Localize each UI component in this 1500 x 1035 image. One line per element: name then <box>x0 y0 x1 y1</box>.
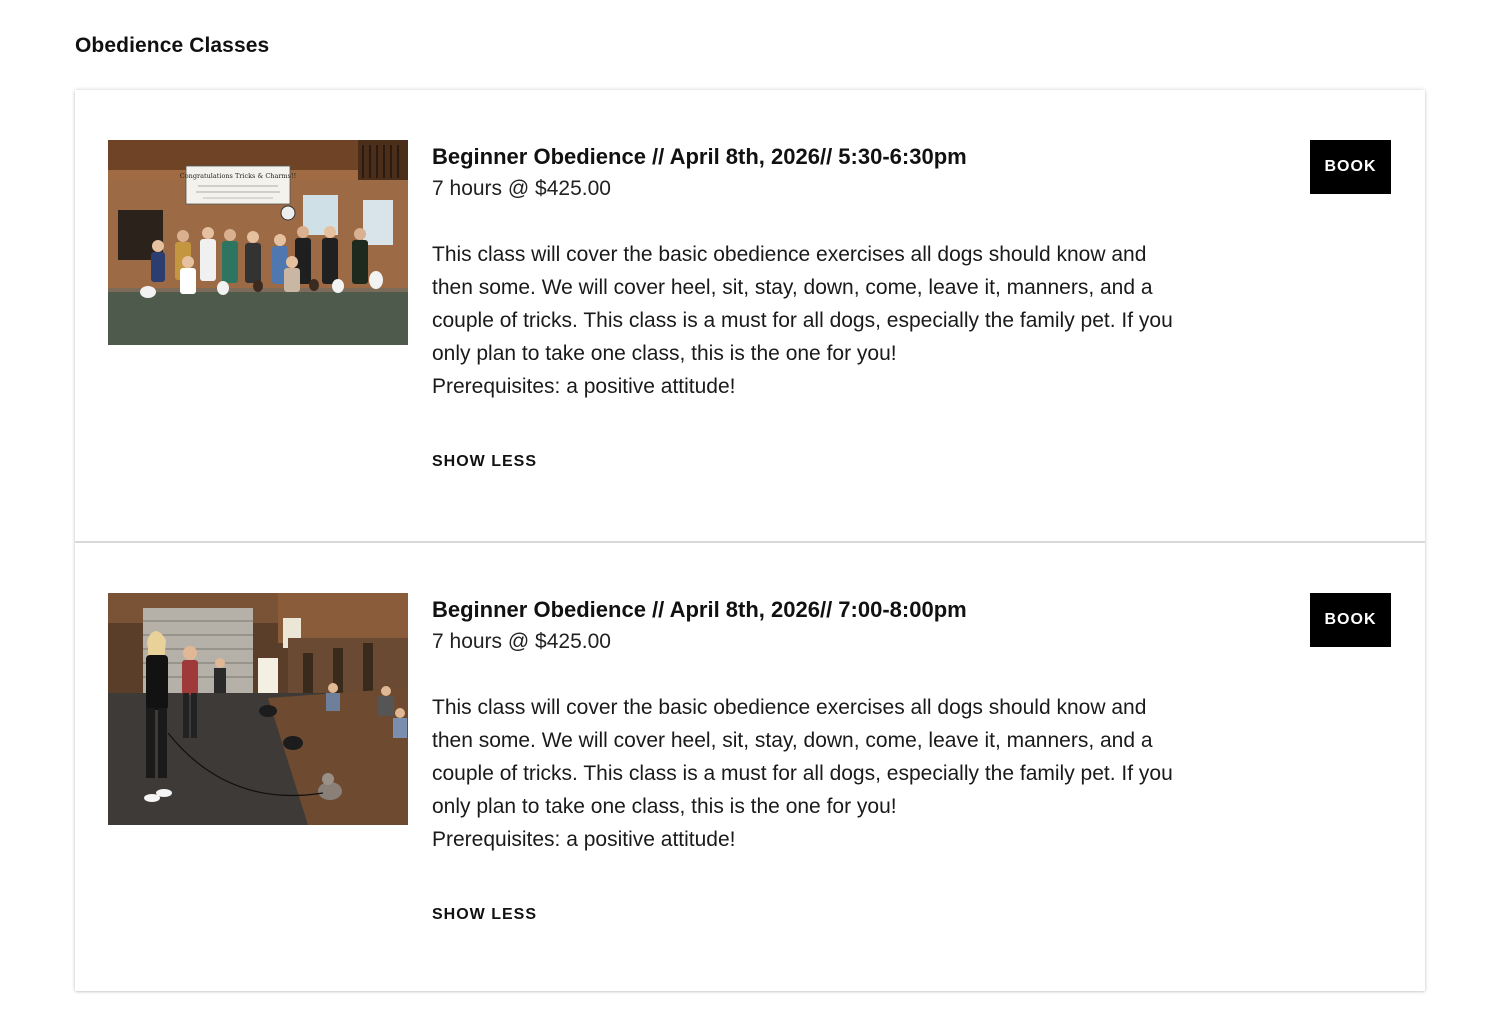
show-less-link[interactable]: SHOW LESS <box>432 906 537 924</box>
training-photo-image <box>108 593 408 825</box>
group-photo-image: Congratulations Tricks & Charms!! <box>108 140 408 345</box>
book-button[interactable]: BOOK <box>1310 593 1391 647</box>
class-title: Beginner Obedience // April 8th, 2026// … <box>432 597 967 622</box>
class-prerequisites: Prerequisites: a positive attitude! <box>432 375 736 398</box>
class-description: This class will cover the basic obedienc… <box>432 238 1192 403</box>
class-photo <box>108 593 408 825</box>
class-list: Congratulations Tricks & Charms!! Beginn… <box>75 90 1425 991</box>
page-title: Obedience Classes <box>75 34 270 57</box>
book-button[interactable]: BOOK <box>1310 140 1391 194</box>
class-prerequisites: Prerequisites: a positive attitude! <box>432 828 736 851</box>
class-duration-price: 7 hours @ $425.00 <box>432 630 611 653</box>
show-less-link[interactable]: SHOW LESS <box>432 453 537 471</box>
class-card: Beginner Obedience // April 8th, 2026// … <box>75 541 1425 991</box>
class-description: This class will cover the basic obedienc… <box>432 691 1192 856</box>
class-title: Beginner Obedience // April 8th, 2026// … <box>432 144 967 169</box>
class-info: Beginner Obedience // April 8th, 2026// … <box>432 595 1192 924</box>
class-photo: Congratulations Tricks & Charms!! <box>108 140 408 345</box>
class-info: Beginner Obedience // April 8th, 2026// … <box>432 142 1192 471</box>
class-card: Congratulations Tricks & Charms!! Beginn… <box>75 90 1425 541</box>
class-description-text: This class will cover the basic obedienc… <box>432 243 1173 365</box>
class-description-text: This class will cover the basic obedienc… <box>432 696 1173 818</box>
class-duration-price: 7 hours @ $425.00 <box>432 177 611 200</box>
banner-text: Congratulations Tricks & Charms!! <box>180 172 296 180</box>
